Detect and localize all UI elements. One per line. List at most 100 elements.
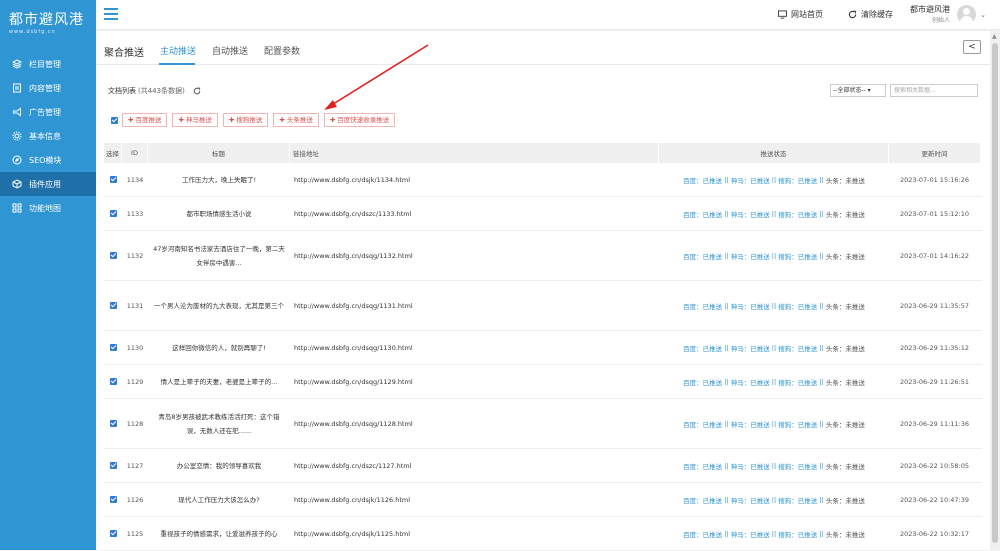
site-home-link[interactable]: 网站首页 (778, 9, 823, 20)
status-toutiao: 头条：未推送 (825, 378, 865, 387)
row-title: 这样回你微信的人，就别再聊了! (172, 343, 266, 352)
row-checkbox[interactable] (109, 252, 117, 259)
page-scrollbar[interactable]: ▲ (990, 31, 1000, 550)
row-title: 青岛8岁男孩被武术教练活活打死：这个错误，无数人还在犯...... (158, 412, 280, 435)
row-updated-time: 2023-06-29 11:35:57 (899, 301, 970, 310)
row-url[interactable]: http://www.dsbfg.cn/dsjk/1125.html (290, 530, 659, 538)
row-checkbox[interactable] (109, 302, 117, 309)
status-sep: || (819, 461, 824, 470)
row-url[interactable]: http://www.dsbfg.cn/dsjk/1126.html (290, 496, 659, 504)
row-checkbox[interactable] (109, 378, 117, 385)
toutiao-push-button[interactable]: ✚ 头条推送 (273, 113, 319, 127)
status-sep: || (819, 301, 824, 310)
status-sogou: 搜狗：已推送 (778, 378, 818, 387)
row-checkbox[interactable] (109, 496, 117, 503)
sidebar-item-label: 栏目管理 (29, 59, 61, 69)
search-input[interactable]: 搜索相关数据... (890, 84, 978, 97)
tab-config[interactable]: 配置参数 (264, 44, 300, 57)
status-sogou: 搜狗：已推送 (778, 462, 818, 471)
status-sep: || (724, 495, 729, 504)
table-row[interactable]: 1134 工作压力大，晚上失眠了! http://www.dsbfg.cn/dsjk… (104, 163, 982, 197)
list-title: 文档列表 (108, 87, 136, 95)
status-sep: || (819, 209, 824, 218)
status-sep: || (819, 175, 824, 184)
tab-active-push[interactable]: 主动推送 (160, 44, 196, 57)
row-id: 1128 (126, 419, 144, 428)
status-sep: || (724, 175, 729, 184)
sidebar-item-4[interactable]: SEO模块 (0, 148, 96, 172)
logo[interactable]: 都市避风港 www.dsbfg.cn (0, 0, 96, 44)
select-all-checkbox[interactable] (111, 116, 118, 124)
table-row[interactable]: 1133 都市职场情感生活小说 http://www.dsbfg.cn/dszc/1… (104, 197, 982, 231)
row-url[interactable]: http://www.dsbfg.cn/dszc/1127.html (290, 462, 659, 470)
user-info[interactable]: 都市避风港 创始人 (908, 4, 950, 24)
sidebar-item-0[interactable]: 栏目管理 (0, 52, 96, 76)
row-checkbox[interactable] (109, 420, 117, 427)
grid-icon (12, 203, 22, 213)
row-url[interactable]: http://www.dsbfg.cn/dszc/1133.html (290, 210, 659, 218)
row-url[interactable]: http://www.dsbfg.cn/dsqg/1132.html (290, 252, 659, 260)
status-filter-select[interactable]: --全部状态-- ▾ (830, 84, 886, 97)
row-push-status: 百度：已推送 || 神马：已推送 || 搜狗：已推送 || 头条：未推送 (659, 461, 889, 471)
header-title: 标题 (148, 143, 289, 163)
table-row[interactable]: 1132 47岁河南知名书法家去酒店住了一晚，第二天女伴房中遇害... http:/… (104, 231, 982, 281)
row-url[interactable]: http://www.dsbfg.cn/dsqg/1130.html (290, 344, 659, 352)
plus-icon: ✚ (279, 116, 285, 124)
row-title: 47岁河南知名书法家去酒店住了一晚，第二天女伴房中遇害... (153, 244, 285, 267)
sidebar-item-5[interactable]: 插件应用 (0, 172, 96, 196)
row-url[interactable]: http://www.dsbfg.cn/dsqg/1131.html (290, 302, 659, 310)
tab-auto-push[interactable]: 自动推送 (212, 44, 248, 57)
row-url[interactable]: http://www.dsbfg.cn/dsqg/1128.html (290, 420, 659, 428)
sogou-push-button[interactable]: ✚ 搜狗推送 (222, 113, 269, 127)
status-baidu: 百度：已推送 (683, 210, 723, 219)
status-toutiao: 头条：未推送 (825, 176, 865, 185)
status-sogou: 搜狗：已推送 (778, 176, 818, 185)
row-url[interactable]: http://www.dsbfg.cn/dsqg/1129.html (290, 378, 659, 386)
chevron-down-icon[interactable]: ⌄ (980, 11, 986, 19)
table-row[interactable]: 1130 这样回你微信的人，就别再聊了! http://www.dsbfg.cn/d… (104, 331, 982, 365)
row-push-status: 百度：已推送 || 神马：已推送 || 搜狗：已推送 || 头条：未推送 (659, 495, 889, 505)
status-sep: || (724, 419, 729, 428)
status-sep: || (819, 343, 824, 352)
plus-icon: ✚ (228, 116, 235, 124)
scroll-up-icon[interactable]: ▲ (992, 33, 997, 40)
row-checkbox[interactable] (109, 344, 117, 351)
refresh-list-icon[interactable] (193, 87, 201, 95)
row-checkbox[interactable] (109, 210, 117, 217)
status-sep: || (724, 251, 729, 260)
baidu-fast-push-button[interactable]: ✚ 百度快速收录推送 (323, 113, 396, 127)
logo-title: 都市避风港 (9, 12, 84, 28)
status-sep: || (724, 377, 729, 386)
row-checkbox[interactable] (109, 530, 117, 537)
table-row[interactable]: 1131 一个男人沦为废材的九大表现，尤其是第三个 http://www.dsbfg… (104, 281, 982, 331)
table-header: 选择 ID 标题 链接地址 推送状态 更新时间 (104, 143, 982, 163)
back-button[interactable]: < (963, 40, 981, 54)
baidu-push-button[interactable]: ✚ 百度推送 (122, 113, 168, 127)
sidebar-item-label: 内容管理 (29, 83, 61, 93)
sidebar-item-6[interactable]: 功能地图 (0, 196, 96, 220)
sidebar-item-1[interactable]: 内容管理 (0, 76, 96, 100)
row-checkbox[interactable] (109, 176, 117, 183)
shenma-push-button[interactable]: ✚ 神马推送 (172, 113, 218, 127)
sidebar-item-2[interactable]: 广告管理 (0, 100, 96, 124)
row-id: 1127 (126, 461, 144, 470)
avatar[interactable] (957, 5, 976, 24)
status-sep: || (771, 209, 777, 218)
status-shenma: 神马：已推送 (730, 344, 770, 353)
sidebar-item-3[interactable]: 基本信息 (0, 124, 96, 148)
table-row[interactable]: 1129 情人是上辈子的夫妻，老婆是上辈子的... http://www.dsbfg… (104, 365, 982, 399)
clear-cache-link[interactable]: 清除缓存 (848, 9, 893, 20)
table-row[interactable]: 1125 重视孩子的情感需求，让爱滋养孩子的心 http://www.dsbfg.c… (104, 517, 982, 551)
list-header: 文档列表 (共443条数据) (108, 86, 201, 96)
table-row[interactable]: 1126 现代人工作压力大该怎么办? http://www.dsbfg.cn/dsj… (104, 483, 982, 517)
row-id: 1125 (126, 529, 144, 538)
scroll-thumb[interactable] (992, 43, 998, 543)
menu-toggle-icon[interactable] (104, 8, 118, 20)
top-bar: 网站首页 清除缓存 都市避风港 创始人 ⌄ (96, 0, 1000, 30)
row-push-status: 百度：已推送 || 神马：已推送 || 搜狗：已推送 || 头条：未推送 (659, 175, 889, 185)
row-id: 1126 (126, 495, 144, 504)
row-checkbox[interactable] (109, 462, 117, 469)
table-row[interactable]: 1127 办公室恋情：我的领导喜欢我 http://www.dsbfg.cn/dsz… (104, 449, 982, 483)
row-url[interactable]: http://www.dsbfg.cn/dsjk/1134.html (290, 176, 659, 184)
table-row[interactable]: 1128 青岛8岁男孩被武术教练活活打死：这个错误，无数人还在犯...... htt… (104, 399, 982, 449)
